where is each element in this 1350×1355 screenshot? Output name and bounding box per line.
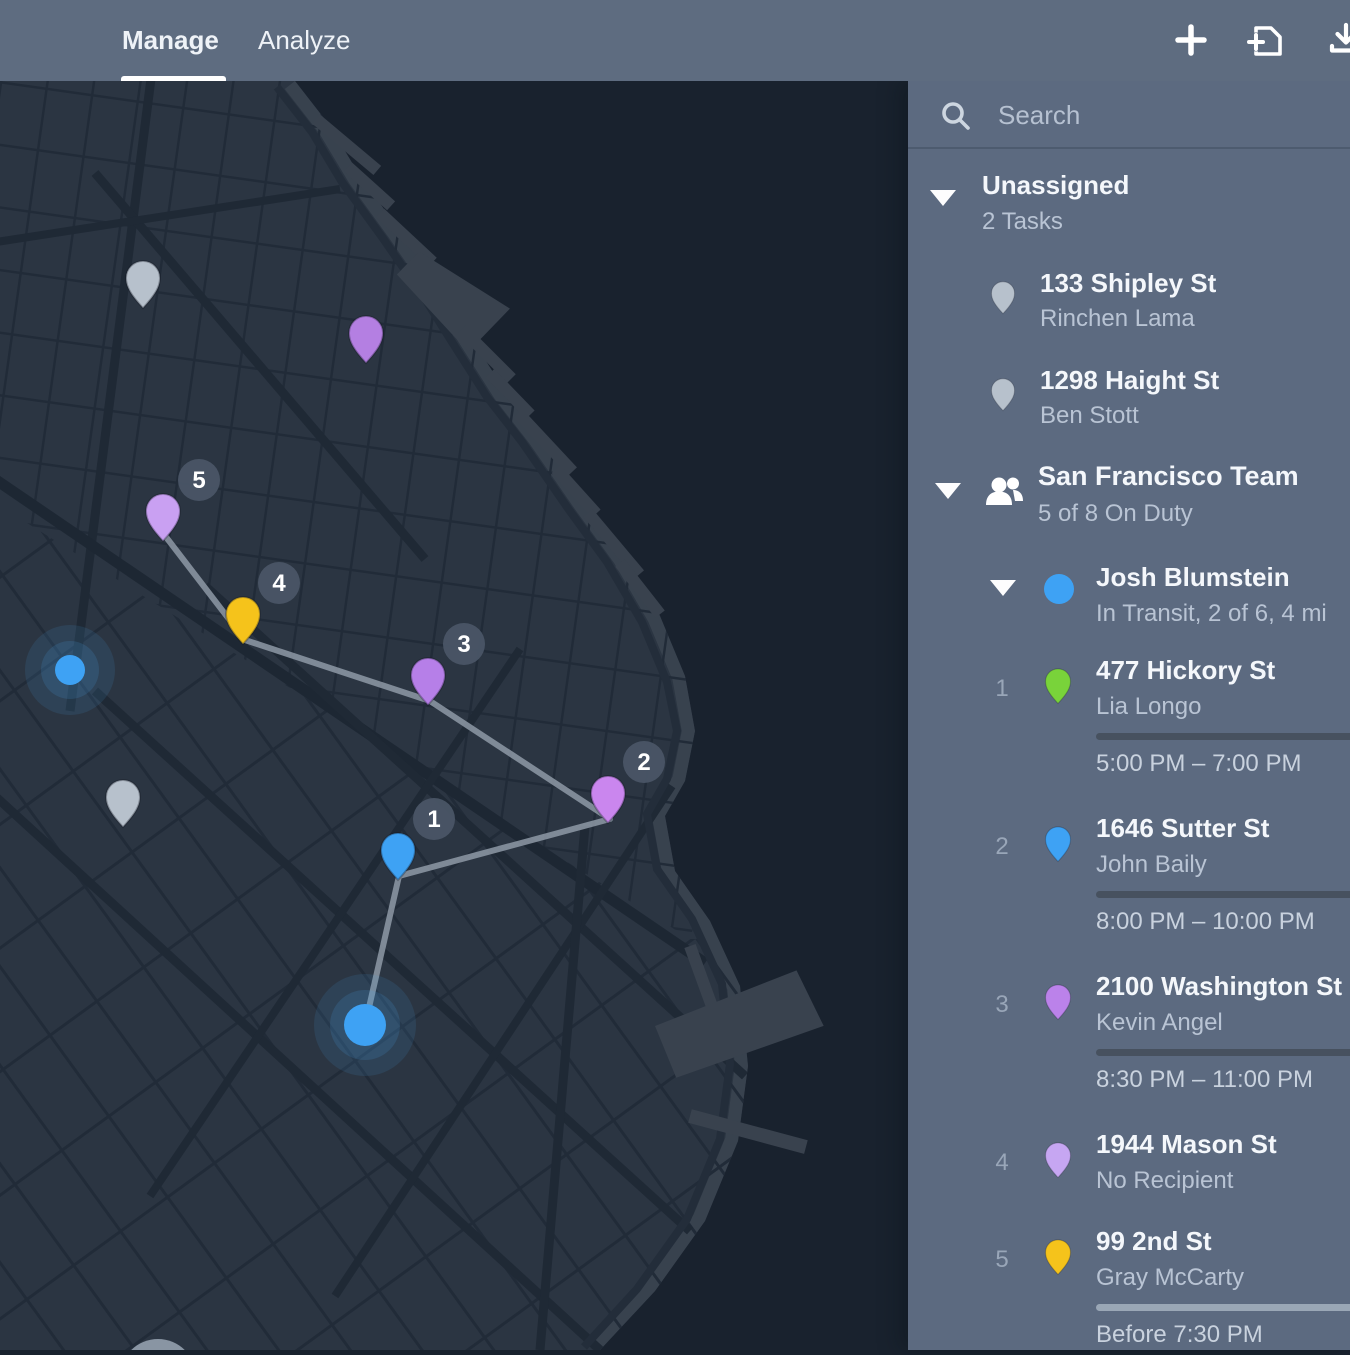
driver-row[interactable]: Josh Blumstein In Transit, 2 of 6, 4 mi (908, 562, 1350, 642)
stop-pin-icon (1044, 826, 1072, 863)
driver-location-dot[interactable] (25, 625, 115, 715)
task-sidebar: Unassigned 2 Tasks 133 Shipley St Rinche… (908, 81, 1350, 1350)
svg-text:5: 5 (192, 467, 205, 494)
task-address: 133 Shipley St (1040, 268, 1216, 299)
stop-recipient: John Baily (1096, 851, 1207, 879)
section-subtitle: 2 Tasks (982, 208, 1063, 236)
task-recipient: Ben Stott (1040, 402, 1139, 430)
stop-address: 1646 Sutter St (1096, 813, 1269, 844)
time-window-bar (1096, 733, 1350, 740)
driver-status: In Transit, 2 of 6, 4 mi (1096, 600, 1327, 628)
import-task-icon[interactable] (1246, 21, 1286, 61)
stop-row[interactable]: 4 1944 Mason St No Recipient (908, 1129, 1350, 1226)
stop-row[interactable]: 1 477 Hickory St Lia Longo 5:00 PM – 7:0… (908, 655, 1350, 813)
stop-row[interactable]: 3 2100 Washington St Kevin Angel 8:30 PM… (908, 971, 1350, 1129)
stop-number: 5 (982, 1246, 1022, 1274)
chevron-down-icon[interactable] (930, 190, 956, 206)
section-title: Unassigned (982, 170, 1129, 201)
stop-number: 2 (982, 833, 1022, 861)
stop-row[interactable]: 2 1646 Sutter St John Baily 8:00 PM – 10… (908, 813, 1350, 971)
stop-time: 8:30 PM – 11:00 PM (1096, 1066, 1313, 1094)
search-icon (940, 100, 972, 132)
stop-pin-icon (1044, 1142, 1072, 1179)
team-icon (982, 471, 1026, 515)
team-subtitle: 5 of 8 On Duty (1038, 500, 1193, 528)
stop-number: 4 (982, 1149, 1022, 1177)
time-window-bar (1096, 1049, 1350, 1056)
stop-number: 3 (982, 991, 1022, 1019)
time-window-bar (1096, 1304, 1350, 1311)
stop-address: 1944 Mason St (1096, 1129, 1277, 1160)
chevron-down-icon[interactable] (935, 483, 961, 499)
svg-text:2: 2 (637, 749, 650, 776)
svg-text:1: 1 (427, 806, 440, 833)
stop-number: 1 (982, 675, 1022, 703)
tab-analyze[interactable]: Analyze (258, 25, 351, 56)
download-icon[interactable] (1326, 21, 1350, 61)
active-tab-underline (121, 76, 226, 81)
team-title: San Francisco Team (1038, 461, 1299, 492)
task-recipient: Rinchen Lama (1040, 305, 1195, 333)
time-window-bar (1096, 891, 1350, 898)
stop-number-badge: 1 (413, 798, 455, 840)
chevron-down-icon[interactable] (990, 580, 1016, 596)
unassigned-task-row[interactable]: 1298 Haight St Ben Stott (908, 365, 1350, 455)
svg-text:3: 3 (457, 631, 470, 658)
task-address: 1298 Haight St (1040, 365, 1219, 396)
stop-time: 5:00 PM – 7:00 PM (1096, 750, 1301, 778)
section-team[interactable]: San Francisco Team 5 of 8 On Duty (908, 461, 1350, 551)
driver-location-dot[interactable] (314, 974, 416, 1076)
stop-recipient: No Recipient (1096, 1167, 1233, 1195)
task-pin-icon (990, 281, 1016, 315)
stop-row[interactable]: 5 99 2nd St Gray McCarty Before 7:30 PM (908, 1226, 1350, 1350)
map-svg: 5 4 3 2 1 (0, 81, 908, 1350)
stop-number-badge: 3 (443, 623, 485, 665)
section-unassigned[interactable]: Unassigned 2 Tasks (908, 170, 1350, 260)
driver-status-dot (1043, 573, 1075, 605)
stop-recipient: Kevin Angel (1096, 1009, 1223, 1037)
stop-pin-icon (1044, 668, 1072, 705)
stop-recipient: Gray McCarty (1096, 1264, 1244, 1292)
task-pin-icon (990, 378, 1016, 412)
stop-address: 2100 Washington St (1096, 971, 1342, 1002)
unassigned-task-row[interactable]: 133 Shipley St Rinchen Lama (908, 268, 1350, 358)
search-input[interactable] (996, 91, 1330, 139)
stop-address: 99 2nd St (1096, 1226, 1212, 1257)
stop-address: 477 Hickory St (1096, 655, 1275, 686)
stop-time: 8:00 PM – 10:00 PM (1096, 908, 1315, 936)
stop-number-badge: 2 (623, 741, 665, 783)
plus-icon[interactable] (1172, 21, 1210, 59)
tab-manage[interactable]: Manage (122, 25, 219, 56)
stop-pin-icon (1044, 1239, 1072, 1276)
stop-number-badge: 5 (178, 459, 220, 501)
stop-recipient: Lia Longo (1096, 693, 1201, 721)
search-bar[interactable] (908, 81, 1350, 149)
map-canvas[interactable]: 5 4 3 2 1 (0, 81, 908, 1350)
stop-pin-icon (1044, 984, 1072, 1021)
top-navigation-bar: Manage Analyze (0, 0, 1350, 81)
stop-number-badge: 4 (258, 562, 300, 604)
svg-text:4: 4 (272, 570, 286, 597)
driver-name: Josh Blumstein (1096, 562, 1290, 593)
stop-time: Before 7:30 PM (1096, 1321, 1263, 1349)
